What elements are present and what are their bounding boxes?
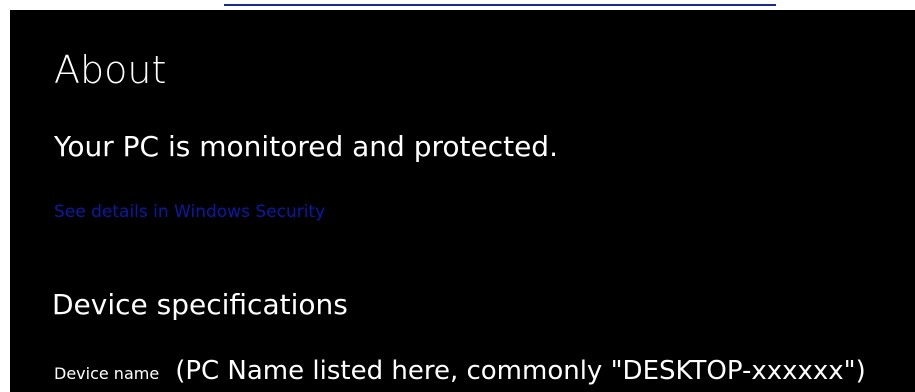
windows-security-link[interactable]: See details in Windows Security — [54, 202, 325, 222]
title-bar-accent — [224, 4, 776, 6]
title-bar-strip — [0, 0, 915, 10]
device-name-row: Device name (PC Name listed here, common… — [54, 356, 866, 388]
settings-window: About Your PC is monitored and protected… — [0, 0, 915, 392]
device-specifications-heading: Device specifications — [52, 288, 348, 321]
device-name-value: (PC Name listed here, commonly "DESKTOP-… — [175, 356, 866, 386]
security-status-text: Your PC is monitored and protected. — [54, 130, 558, 163]
page-title: About — [54, 48, 167, 92]
about-panel: About Your PC is monitored and protected… — [10, 10, 915, 392]
device-name-label: Device name — [54, 364, 160, 383]
